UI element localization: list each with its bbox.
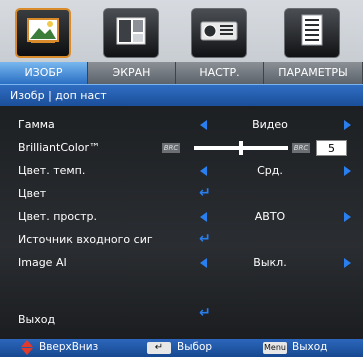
image-ai-label: Image AI (18, 256, 67, 269)
image-icon (15, 8, 71, 58)
tab-image-label: ИЗОБР (0, 62, 88, 84)
exit-label: Выход (18, 313, 56, 326)
row-color[interactable]: Цвет ↵ (0, 184, 363, 204)
tab-bar: ИЗОБР ЭКРАН НАСТР. ПАРАМЕТРЫ (0, 0, 363, 84)
input-source-label: Источник входного сиг (18, 233, 153, 246)
options-icon (284, 8, 340, 58)
exit-footer-label: Выход (292, 341, 328, 353)
tab-display[interactable]: ЭКРАН (88, 0, 176, 84)
select-label: Выбор (177, 341, 213, 353)
tab-display-label: ЭКРАН (88, 62, 176, 84)
display-icon (103, 8, 159, 58)
tab-options-label: ПАРАМЕТРЫ (264, 62, 363, 84)
row-exit[interactable]: Выход ↵ (0, 306, 363, 330)
osd-menu: ИЗОБР ЭКРАН НАСТР. ПАРАМЕТРЫ Изобр | доп… (0, 0, 363, 357)
arrow-left-icon[interactable] (200, 166, 207, 176)
enter-icon[interactable]: ↵ (199, 306, 213, 320)
enter-key-icon: ↵ (147, 342, 171, 354)
color-temp-label: Цвет. темп. (18, 164, 86, 177)
enter-icon[interactable]: ↵ (199, 232, 213, 246)
arrow-right-icon[interactable] (344, 120, 351, 130)
color-space-label: Цвет. простр. (18, 210, 98, 223)
tab-options[interactable]: ПАРАМЕТРЫ (264, 0, 363, 84)
row-brilliantcolor[interactable]: BrilliantColor™ BRC BRC 5 (0, 138, 363, 158)
color-label: Цвет (18, 187, 47, 200)
settings-panel: Гамма Видео BrilliantColor™ BRC BRC 5 Цв… (0, 106, 363, 339)
gamma-label: Гамма (18, 118, 55, 131)
projector-icon (191, 8, 247, 58)
arrow-left-icon[interactable] (200, 120, 207, 130)
arrow-left-icon[interactable] (200, 258, 207, 268)
brc-min-icon: BRC (162, 143, 180, 153)
tab-setup[interactable]: НАСТР. (176, 0, 264, 84)
brc-max-icon: BRC (292, 143, 310, 153)
enter-icon[interactable]: ↵ (199, 186, 213, 200)
arrow-right-icon[interactable] (344, 212, 351, 222)
row-color-temp[interactable]: Цвет. темп. Срд. (0, 161, 363, 181)
row-image-ai[interactable]: Image AI Выкл. (0, 253, 363, 273)
tab-setup-label: НАСТР. (176, 62, 264, 84)
footer-help-bar: ВверхВниз ↵ Выбор Menu Выход (0, 339, 363, 357)
arrow-right-icon[interactable] (344, 258, 351, 268)
updown-label: ВверхВниз (39, 341, 99, 353)
up-down-icon (19, 340, 33, 356)
slider-thumb[interactable] (239, 141, 243, 155)
gamma-value: Видео (252, 118, 288, 131)
image-ai-value: Выкл. (253, 256, 287, 269)
arrow-right-icon[interactable] (344, 166, 351, 176)
color-temp-value: Срд. (257, 164, 283, 177)
arrow-left-icon[interactable] (200, 212, 207, 222)
menu-key-icon: Menu (263, 342, 287, 354)
brilliantcolor-value: 5 (316, 140, 347, 156)
tab-image[interactable]: ИЗОБР (0, 0, 88, 84)
color-space-value: АВТО (254, 210, 286, 223)
row-color-space[interactable]: Цвет. простр. АВТО (0, 207, 363, 227)
row-input-source[interactable]: Источник входного сиг ↵ (0, 230, 363, 250)
breadcrumb: Изобр | доп наст (0, 84, 363, 106)
brilliantcolor-label: BrilliantColor™ (18, 141, 101, 154)
row-gamma[interactable]: Гамма Видео (0, 115, 363, 135)
